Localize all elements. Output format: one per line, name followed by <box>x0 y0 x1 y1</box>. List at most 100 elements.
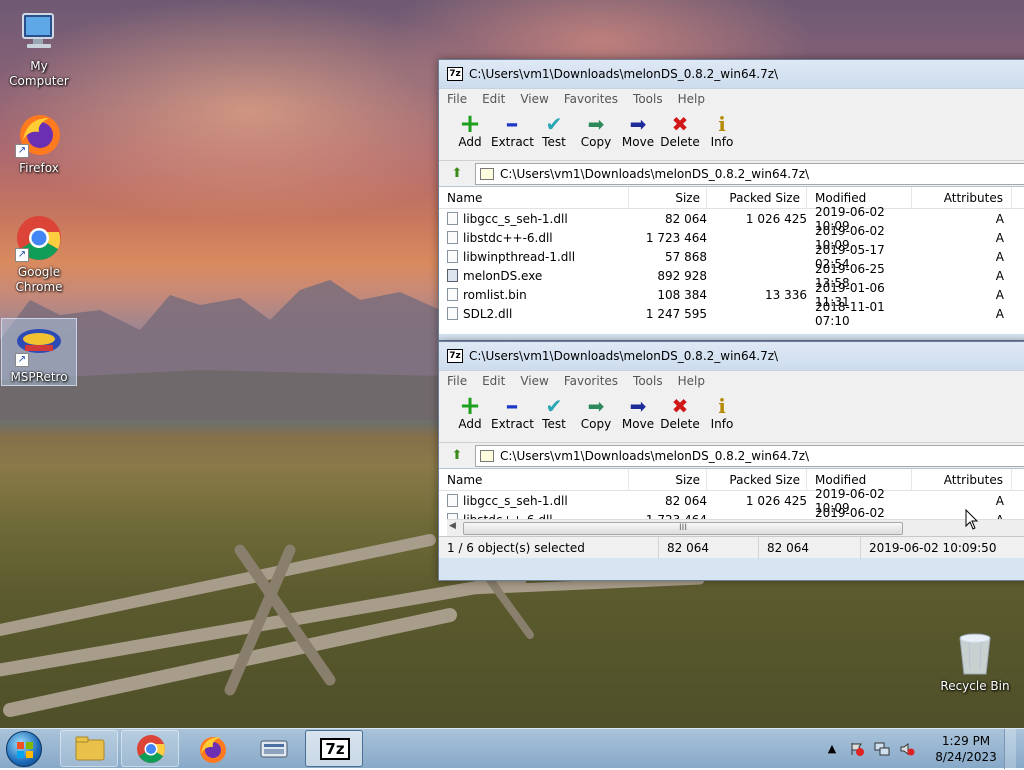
file-list[interactable]: Name Size Packed Size Modified Attribute… <box>439 186 1024 334</box>
horizontal-scrollbar[interactable]: ◀ III <box>447 519 1024 536</box>
menu-file[interactable]: File <box>447 374 467 388</box>
column-header-name[interactable]: Name <box>439 468 629 491</box>
test-button[interactable]: ✔ Test <box>533 108 575 149</box>
delete-x-icon: ✖ <box>671 394 689 418</box>
add-label: Add <box>458 417 482 431</box>
info-button[interactable]: i Info <box>701 390 743 431</box>
menu-help[interactable]: Help <box>678 374 705 388</box>
column-header-size[interactable]: Size <box>629 468 707 491</box>
desktop-icon-mspretro[interactable]: ↗ MSPRetro <box>1 318 77 386</box>
add-button[interactable]: + Add <box>449 390 491 431</box>
mspretro-icon: ↗ <box>15 319 63 367</box>
mouse-cursor-icon <box>965 509 979 530</box>
menu-tools[interactable]: Tools <box>633 374 663 388</box>
column-header-size[interactable]: Size <box>629 186 707 209</box>
table-row[interactable]: SDL2.dll 1 247 595 2018-11-01 07:10 A <box>439 300 1024 328</box>
extract-button[interactable]: – Extract <box>491 108 534 149</box>
menu-view[interactable]: View <box>520 374 548 388</box>
taskbar-7zip[interactable]: 7z <box>305 730 363 767</box>
move-button[interactable]: ➡ Move <box>617 108 659 149</box>
menu-help[interactable]: Help <box>678 92 705 106</box>
test-button[interactable]: ✔ Test <box>533 390 575 431</box>
menu-view[interactable]: View <box>520 92 548 106</box>
volume-muted-icon[interactable] <box>899 741 915 757</box>
column-header-attributes[interactable]: Attributes <box>912 468 1012 491</box>
copy-button[interactable]: ➡ Copy <box>575 108 617 149</box>
menu-bar: File Edit View Favorites Tools Help <box>439 370 1024 390</box>
start-button[interactable] <box>6 731 42 767</box>
taskbar-chrome[interactable] <box>121 730 179 767</box>
column-header-packed-size[interactable]: Packed Size <box>707 468 807 491</box>
table-row[interactable]: libgcc_s_seh-1.dll 82 064 1 026 425 2019… <box>439 205 1024 233</box>
extract-button[interactable]: – Extract <box>491 390 534 431</box>
7zip-window-bottom[interactable]: 7z C:\Users\vm1\Downloads\melonDS_0.8.2_… <box>438 341 1024 581</box>
move-button[interactable]: ➡ Move <box>617 390 659 431</box>
move-arrow-icon: ➡ <box>629 394 647 418</box>
menu-favorites[interactable]: Favorites <box>564 92 618 106</box>
table-row[interactable]: romlist.bin 108 384 13 336 2019-01-06 11… <box>439 281 1024 309</box>
delete-button[interactable]: ✖ Delete <box>659 108 701 149</box>
menu-file[interactable]: File <box>447 92 467 106</box>
7zip-window-top[interactable]: 7z C:\Users\vm1\Downloads\melonDS_0.8.2_… <box>438 59 1024 341</box>
show-desktop-button[interactable] <box>1004 729 1016 769</box>
delete-label: Delete <box>660 135 700 149</box>
test-label: Test <box>542 417 566 431</box>
computer-icon <box>15 8 63 56</box>
file-size: 1 723 464 <box>645 230 707 245</box>
table-row[interactable]: libwinpthread-1.dll 57 868 2019-05-17 02… <box>439 243 1024 271</box>
window-titlebar[interactable]: 7z C:\Users\vm1\Downloads\melonDS_0.8.2_… <box>439 60 1024 88</box>
dll-file-icon <box>447 307 458 320</box>
file-list[interactable]: Name Size Packed Size Modified Attribute… <box>439 468 1024 536</box>
action-center-flag-icon[interactable] <box>849 741 865 757</box>
taskbar-file-explorer[interactable] <box>60 730 118 767</box>
address-input[interactable]: C:\Users\vm1\Downloads\melonDS_0.8.2_win… <box>475 444 1024 467</box>
column-header-attributes[interactable]: Attributes <box>912 186 1012 209</box>
scrollbar-thumb[interactable]: III <box>463 522 903 535</box>
firefox-icon <box>200 737 226 763</box>
show-hidden-icons-button[interactable]: ▲ <box>824 741 840 757</box>
delete-button[interactable]: ✖ Delete <box>659 390 701 431</box>
info-label: Info <box>710 135 734 149</box>
folder-up-button[interactable]: ⬆ <box>447 446 467 466</box>
toolbar: + Add – Extract ✔ Test ➡ Copy ➡ Move ✖ Delete … <box>439 108 1024 160</box>
address-bar: ⬆ C:\Users\vm1\Downloads\melonDS_0.8.2_w… <box>439 442 1024 468</box>
column-header-name[interactable]: Name <box>439 186 629 209</box>
dll-file-icon <box>447 250 458 263</box>
window-titlebar[interactable]: 7z C:\Users\vm1\Downloads\melonDS_0.8.2_… <box>439 342 1024 370</box>
taskbar-app[interactable] <box>244 730 302 767</box>
info-button[interactable]: i Info <box>701 108 743 149</box>
delete-label: Delete <box>660 417 700 431</box>
taskbar-firefox[interactable] <box>182 730 240 767</box>
copy-button[interactable]: ➡ Copy <box>575 390 617 431</box>
up-arrow-icon: ⬆ <box>451 165 463 181</box>
table-row[interactable]: libgcc_s_seh-1.dll 82 064 1 026 425 2019… <box>439 487 1024 515</box>
folder-up-button[interactable]: ⬆ <box>447 164 467 184</box>
desktop-icon-recycle-bin[interactable]: Recycle Bin <box>937 630 1013 694</box>
file-size: 892 928 <box>657 268 707 283</box>
taskbar-clock[interactable]: 1:29 PM 8/24/2023 <box>932 733 1000 765</box>
copy-arrow-icon: ➡ <box>587 112 605 136</box>
add-button[interactable]: + Add <box>449 108 491 149</box>
desktop-icon-firefox[interactable]: ↗ Firefox <box>1 110 77 176</box>
7zip-app-icon: 7z <box>447 67 463 81</box>
desktop-icon-my-computer[interactable]: My Computer <box>1 8 77 89</box>
menu-edit[interactable]: Edit <box>482 92 505 106</box>
table-row[interactable]: melonDS.exe 892 928 2019-06-25 13:58 A <box>439 262 1024 290</box>
address-input[interactable]: C:\Users\vm1\Downloads\melonDS_0.8.2_win… <box>475 162 1024 185</box>
menu-edit[interactable]: Edit <box>482 374 505 388</box>
desktop-icon-label: Firefox <box>19 161 59 175</box>
chrome-icon <box>137 735 165 763</box>
column-header-packed-size[interactable]: Packed Size <box>707 186 807 209</box>
status-modified: 2019-06-02 10:09:50 <box>869 540 997 555</box>
desktop-icon-chrome[interactable]: ↗ Google Chrome <box>1 214 77 295</box>
network-icon[interactable] <box>874 741 890 757</box>
scroll-left-arrow-icon[interactable]: ◀ <box>449 521 456 531</box>
menu-favorites[interactable]: Favorites <box>564 374 618 388</box>
info-icon: i <box>718 112 726 136</box>
chrome-icon: ↗ <box>15 214 63 262</box>
menu-tools[interactable]: Tools <box>633 92 663 106</box>
shortcut-arrow-icon: ↗ <box>15 144 29 158</box>
table-row[interactable]: libstdc++-6.dll 1 723 464 2019-06-02 10:… <box>439 224 1024 252</box>
file-packed-size: 1 026 425 <box>745 211 807 226</box>
add-icon: + <box>459 391 481 421</box>
